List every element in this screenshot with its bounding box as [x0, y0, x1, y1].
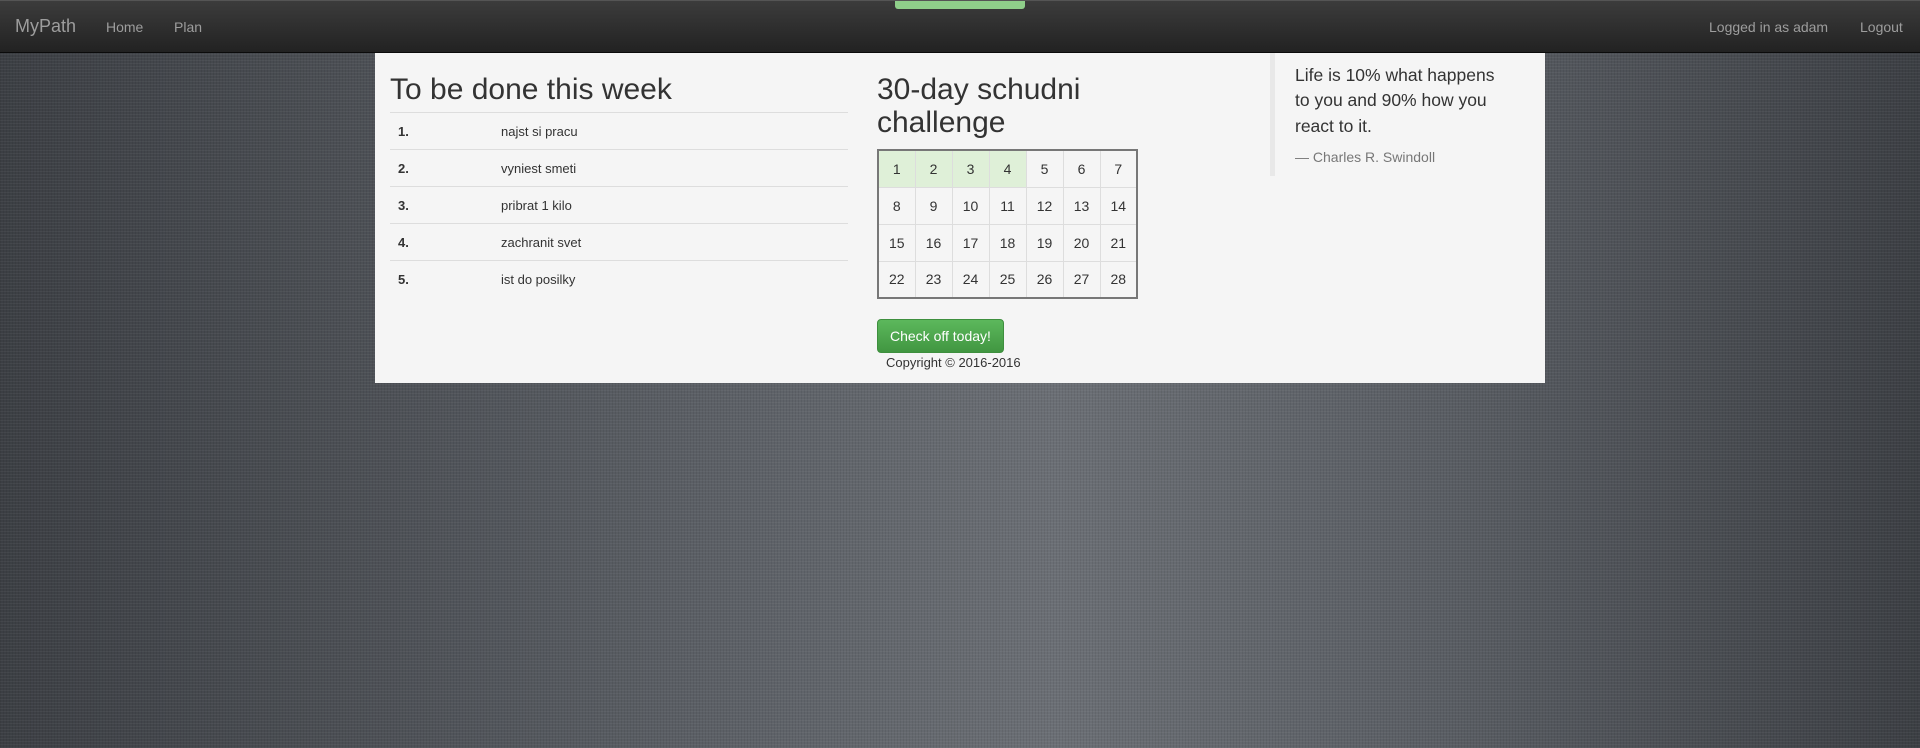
todo-number: 5.	[390, 260, 493, 298]
calendar-day: 8	[877, 186, 916, 225]
navbar: MyPath Home Plan Logged in as adam Logou…	[0, 0, 1920, 53]
nav-link-home[interactable]: Home	[106, 19, 143, 35]
todo-number: 1.	[390, 112, 493, 150]
calendar-week: 15 16 17 18 19 20 21	[877, 223, 1138, 262]
calendar-day: 22	[877, 260, 916, 299]
todo-number: 3.	[390, 186, 493, 224]
calendar-day-done: 3	[951, 149, 990, 188]
calendar-day: 26	[1025, 260, 1064, 299]
calendar-day: 16	[914, 223, 953, 262]
logout-link[interactable]: Logout	[1860, 19, 1903, 35]
calendar-day: 24	[951, 260, 990, 299]
challenge-calendar: 1 2 3 4 5 6 7 8 9 10 11 12 13 14 15 16 17 18 19 20 21 22 23 24 2…	[877, 149, 1138, 299]
calendar-day: 21	[1099, 223, 1138, 262]
calendar-week: 22 23 24 25 26 27 28	[877, 260, 1138, 299]
calendar-day: 9	[914, 186, 953, 225]
calendar-day: 10	[951, 186, 990, 225]
calendar-day: 28	[1099, 260, 1138, 299]
todo-row: 1. najst si pracu	[390, 112, 848, 150]
calendar-day: 6	[1062, 149, 1101, 188]
calendar-week: 1234567	[877, 149, 1138, 188]
quote-text: Life is 10% what happens to you and 90% …	[1295, 65, 1495, 136]
quote-author: — Charles R. Swindoll	[1295, 149, 1436, 166]
logged-in-label[interactable]: Logged in as adam	[1709, 19, 1828, 35]
todo-row: 3. pribrat 1 kilo	[390, 186, 848, 224]
calendar-day-done: 1	[877, 149, 916, 188]
calendar-day-done: 4	[988, 149, 1027, 188]
calendar-day: 5	[1025, 149, 1064, 188]
todo-section: To be done this week 1. najst si pracu 2. v…	[390, 73, 848, 298]
brand-link[interactable]: MyPath	[15, 16, 76, 37]
check-off-today-button[interactable]: Check off today!	[877, 319, 1004, 353]
calendar-day: 12	[1025, 186, 1064, 225]
calendar-day: 27	[1062, 260, 1101, 299]
calendar-day: 18	[988, 223, 1027, 262]
todo-text: najst si pracu	[493, 112, 848, 150]
todo-text: zachranit svet	[493, 223, 848, 261]
calendar-day: 14	[1099, 186, 1138, 225]
quote-block: Life is 10% what happens to you and 90% …	[1270, 53, 1525, 176]
todo-number: 4.	[390, 223, 493, 261]
todo-text: vyniest smeti	[493, 149, 848, 187]
todo-row: 2. vyniest smeti	[390, 149, 848, 187]
calendar-day: 13	[1062, 186, 1101, 225]
calendar-day: 7	[1099, 149, 1138, 188]
challenge-section: 30-day schudni challenge 1 2 3 4 5 6 7 8 9 10 11 12…	[877, 73, 1177, 370]
calendar-day: 20	[1062, 223, 1101, 262]
copyright-text: Copyright © 2016-2016	[886, 355, 1021, 370]
calendar-day-done: 2	[914, 149, 953, 188]
calendar-day: 11	[988, 186, 1027, 225]
todo-number: 2.	[390, 149, 493, 187]
todo-table: 1. najst si pracu 2. vyniest smeti 3. pribrat…	[390, 112, 848, 298]
todo-text: pribrat 1 kilo	[493, 186, 848, 224]
todo-text: ist do posilky	[493, 260, 848, 298]
calendar-week: 8 9 10 11 12 13 14	[877, 186, 1138, 225]
challenge-title: 30-day schudni challenge	[877, 73, 1081, 139]
calendar-day: 19	[1025, 223, 1064, 262]
todo-title: To be done this week	[390, 73, 672, 106]
todo-row: 4. zachranit svet	[390, 223, 848, 261]
nav-link-plan[interactable]: Plan	[174, 19, 202, 35]
calendar-day: 15	[877, 223, 916, 262]
todo-row: 5. ist do posilky	[390, 260, 848, 298]
main-container: To be done this week 1. najst si pracu 2. v…	[375, 53, 1545, 383]
calendar-day: 23	[914, 260, 953, 299]
top-indicator	[895, 1, 1025, 9]
calendar-day: 17	[951, 223, 990, 262]
calendar-day: 25	[988, 260, 1027, 299]
